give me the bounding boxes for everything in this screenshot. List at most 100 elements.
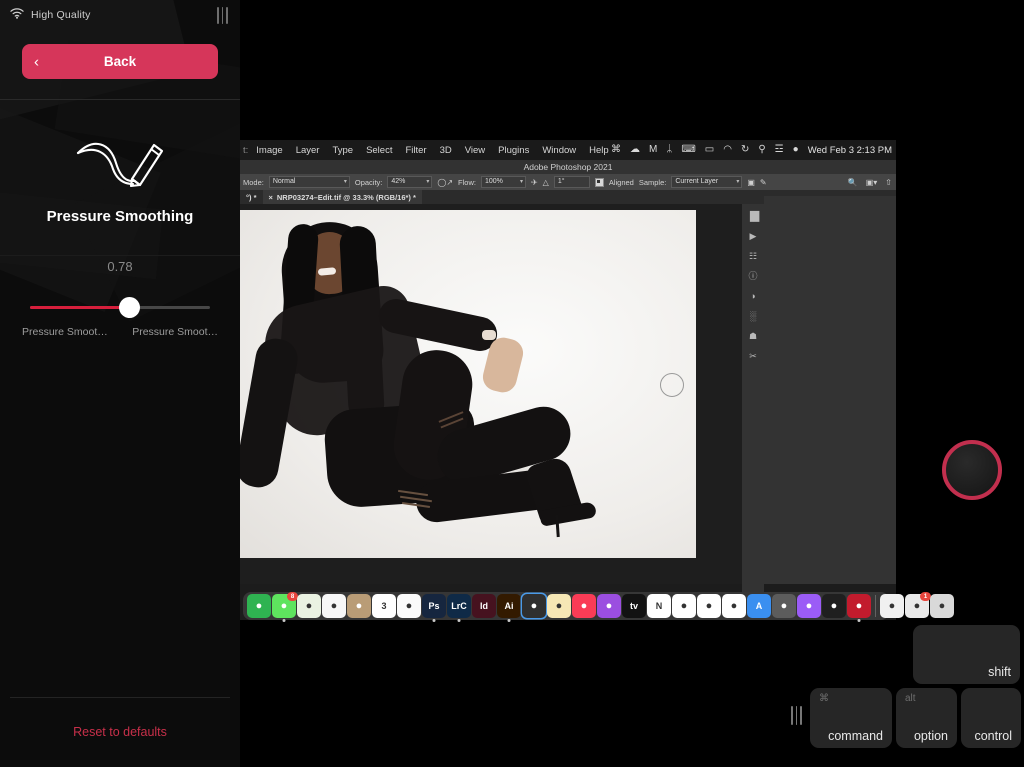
notes-icon: ●: [555, 600, 563, 612]
menu-item-select[interactable]: Select: [366, 145, 392, 156]
back-button[interactable]: ‹ Back: [22, 44, 218, 79]
command-key[interactable]: ⌘ command: [810, 688, 892, 748]
pressure-size-icon[interactable]: ✎: [760, 178, 767, 187]
pressure-smoothing-slider[interactable]: [30, 297, 210, 318]
movie-star-icon: ●: [730, 600, 738, 612]
reset-to-defaults-button[interactable]: Reset to defaults: [0, 723, 240, 741]
dock-item-dark-sky[interactable]: ●: [847, 594, 871, 622]
slider-min-label: Pressure Smoot…: [22, 326, 108, 338]
document-tab[interactable]: °) *: [240, 190, 263, 204]
close-icon[interactable]: ×: [269, 193, 273, 202]
libraries-icon[interactable]: ☗: [749, 332, 757, 341]
screen-share-icon[interactable]: ⌘: [611, 145, 621, 155]
control-center-icon[interactable]: ☲: [775, 145, 784, 155]
dock-item-notes[interactable]: ●: [547, 594, 571, 618]
dock-item-maps[interactable]: ●: [297, 594, 321, 618]
menu-bar-clock[interactable]: Wed Feb 3 2:13 PM: [808, 145, 892, 156]
slider-thumb[interactable]: [119, 297, 140, 318]
drag-handle-icon[interactable]: [791, 706, 802, 725]
pressure-opacity-icon[interactable]: ◯↗: [437, 178, 453, 187]
menu-item-image[interactable]: Image: [256, 145, 282, 156]
settings-sidebar: High Quality ‹ Back Pressure Smoothing 0…: [0, 0, 240, 767]
menu-item-t-[interactable]: t:: [243, 145, 248, 156]
opacity-field[interactable]: 42%: [387, 176, 433, 188]
histogram-icon[interactable]: ▐█: [747, 212, 760, 221]
drag-handle-icon[interactable]: [217, 7, 228, 24]
user-avatar-icon[interactable]: ●: [793, 145, 799, 155]
remote-screen[interactable]: t: Image Layer Type Select Filter 3D View Plugin…: [240, 140, 896, 620]
bluetooth-icon[interactable]: ᛦ: [666, 145, 672, 155]
dock-item-trash[interactable]: ●: [930, 594, 954, 618]
monoxide-m-icon[interactable]: M: [649, 145, 657, 155]
dock-item-photos[interactable]: ●: [322, 594, 346, 618]
ignore-adjustment-icon[interactable]: ▣: [747, 178, 755, 187]
menu-item-help[interactable]: Help: [589, 145, 609, 156]
menu-item-filter[interactable]: Filter: [405, 145, 426, 156]
dock-item-imovie[interactable]: ●: [722, 594, 746, 618]
cloud-icon[interactable]: ☁: [630, 145, 640, 155]
menu-item-plugins[interactable]: Plugins: [498, 145, 529, 156]
dock-item-camera[interactable]: ●: [522, 594, 546, 618]
dock-item-contacts[interactable]: ●: [347, 594, 371, 618]
control-key[interactable]: control: [961, 688, 1021, 748]
dock-item-music[interactable]: ●: [572, 594, 596, 618]
dock-item-overcast[interactable]: ●: [772, 594, 796, 618]
workspace-switcher-icon[interactable]: ▣▾: [866, 178, 878, 187]
airbrush-icon[interactable]: ✈: [531, 178, 538, 187]
battery-icon[interactable]: ▭: [705, 145, 714, 155]
dock-item-apple-tv[interactable]: tv: [622, 594, 646, 618]
macos-menu-bar[interactable]: t: Image Layer Type Select Filter 3D View Plugin…: [240, 140, 896, 160]
menu-item-type[interactable]: Type: [332, 145, 353, 156]
mode-select[interactable]: Normal: [268, 176, 350, 188]
wifi-icon[interactable]: ◠: [723, 145, 732, 155]
dock-item-facetime[interactable]: ●: [247, 594, 271, 618]
dock-item-messenger[interactable]: ●: [797, 594, 821, 618]
dock-item-news[interactable]: N: [647, 594, 671, 618]
search-icon[interactable]: 🔍: [848, 178, 858, 187]
dock-item-indesign[interactable]: Id: [472, 594, 496, 618]
aligned-checkbox[interactable]: [594, 177, 604, 187]
menu-item-3d[interactable]: 3D: [440, 145, 452, 156]
options-bar[interactable]: Mode: Normal Opacity: 42% ◯↗ Flow: 100% …: [240, 174, 896, 190]
dock-item-photoshop[interactable]: Ps: [422, 594, 446, 622]
dock-item-app-store[interactable]: A: [747, 594, 771, 618]
color-icon[interactable]: ◑: [750, 292, 755, 301]
menu-item-layer[interactable]: Layer: [296, 145, 320, 156]
input-source-icon[interactable]: ⌨: [681, 145, 695, 155]
adjustments-icon[interactable]: ☷: [749, 252, 757, 261]
brush-angle-icon[interactable]: △: [543, 178, 549, 187]
dock-item-lightroom-classic[interactable]: LrC: [447, 594, 471, 622]
menu-item-view[interactable]: View: [465, 145, 485, 156]
angle-field[interactable]: 1°: [553, 176, 590, 188]
podcast-icon: ●: [605, 600, 613, 612]
dock-item-preview-window[interactable]: ● 1: [905, 592, 931, 618]
time-machine-icon[interactable]: ↻: [741, 145, 749, 155]
tools-icon[interactable]: ✂: [749, 352, 757, 361]
info-icon[interactable]: ⓘ: [748, 272, 757, 281]
document-tab[interactable]: × NRP03274–Edit.tif @ 33.3% (RGB/16*) *: [262, 190, 422, 204]
flow-field[interactable]: 100%: [480, 176, 526, 188]
jog-wheel-ring[interactable]: [942, 440, 1002, 500]
dock-item-messages[interactable]: ● 8: [272, 592, 298, 622]
dock-item-numbers[interactable]: ●: [672, 594, 696, 618]
menu-item-window[interactable]: Window: [542, 145, 576, 156]
actions-play-icon[interactable]: ▶: [750, 232, 757, 241]
option-key[interactable]: alt option: [896, 688, 957, 748]
share-icon[interactable]: ⇧: [885, 178, 892, 187]
dock-item-reminders[interactable]: ●: [397, 594, 421, 618]
dock-item-podcasts[interactable]: ●: [597, 594, 621, 618]
shift-key[interactable]: shift: [913, 625, 1020, 684]
panel-icon-rail[interactable]: ▐█ ▶ ☷ ⓘ ◑ ░ ☗ ✂: [742, 204, 764, 592]
spotlight-search-icon[interactable]: ⚲: [758, 145, 765, 155]
dock-item-quicktime[interactable]: ●: [822, 594, 846, 618]
canvas-area[interactable]: [240, 204, 746, 584]
sample-select[interactable]: Current Layer: [671, 176, 743, 188]
dock-item-illustrator[interactable]: Ai: [497, 594, 521, 622]
macos-dock[interactable]: ● ● 8 ● ● ● 3 ● Ps LrC Id Ai ● ● ● ● tv N ● ● ● A ● ● ● ● ● ● 1 ●: [243, 592, 954, 622]
dock-item-calendar[interactable]: 3: [372, 594, 396, 618]
dock-item-keynote[interactable]: ●: [697, 594, 721, 618]
command-key-label: command: [828, 729, 883, 743]
photo-canvas[interactable]: [240, 210, 696, 558]
dock-item-system-preferences[interactable]: ●: [880, 594, 904, 618]
swatches-icon[interactable]: ░: [750, 312, 756, 321]
